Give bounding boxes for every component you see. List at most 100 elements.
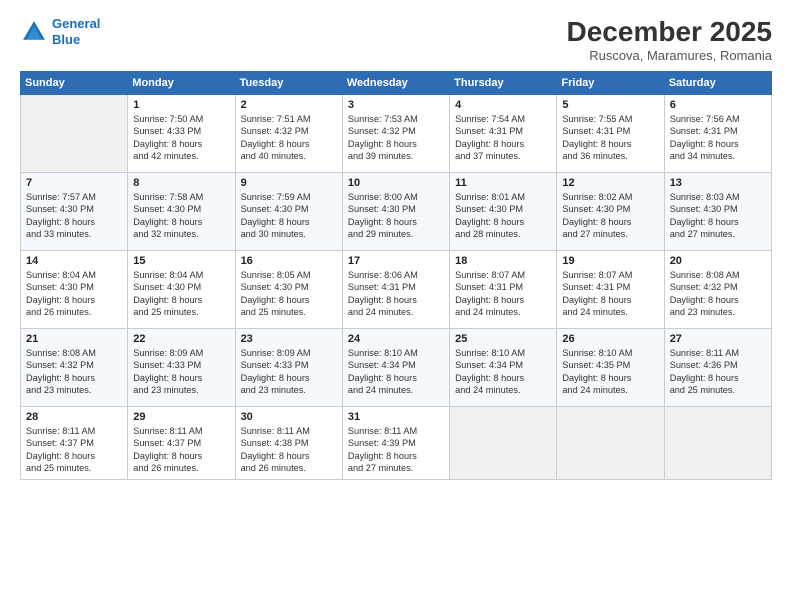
day-cell: 14Sunrise: 8:04 AM Sunset: 4:30 PM Dayli…	[21, 251, 128, 329]
header-cell-friday: Friday	[557, 72, 664, 95]
day-number: 11	[455, 177, 551, 189]
day-number: 25	[455, 333, 551, 345]
logo: General Blue	[20, 16, 100, 47]
day-cell: 28 Sunrise: 8:11 AM Sunset: 4:37 PM Dayli…	[21, 407, 128, 480]
day-cell: 26Sunrise: 8:10 AM Sunset: 4:35 PM Dayli…	[557, 329, 664, 407]
day-cell: 1 Sunrise: 7:50 AM Sunset: 4:33 PM Daylig…	[128, 95, 235, 173]
day-info: Sunrise: 8:07 AM Sunset: 4:31 PM Dayligh…	[455, 269, 551, 319]
day-number: 23	[241, 333, 337, 345]
day-info: Sunrise: 7:56 AM Sunset: 4:31 PM Dayligh…	[670, 113, 766, 163]
day-cell: 4Sunrise: 7:54 AM Sunset: 4:31 PM Daylig…	[450, 95, 557, 173]
day-cell: 24 Sunrise: 8:10 AM Sunset: 4:34 PM Dayli…	[342, 329, 449, 407]
day-info: Sunrise: 8:08 AM Sunset: 4:32 PM Dayligh…	[26, 347, 122, 397]
day-info: Sunrise: 8:03 AM Sunset: 4:30 PM Dayligh…	[670, 191, 766, 241]
day-number: 14	[26, 255, 122, 267]
day-number: 12	[562, 177, 658, 189]
day-number: 31	[348, 411, 444, 423]
day-cell: 5 Sunrise: 7:55 AM Sunset: 4:31 PM Daylig…	[557, 95, 664, 173]
day-number: 24	[348, 333, 444, 345]
day-number: 9	[241, 177, 337, 189]
day-cell: 6Sunrise: 7:56 AM Sunset: 4:31 PM Daylig…	[664, 95, 771, 173]
week-row: 1 Sunrise: 7:50 AM Sunset: 4:33 PM Daylig…	[21, 95, 772, 173]
day-number: 3	[348, 99, 444, 111]
day-info: Sunrise: 8:11 AM Sunset: 4:38 PM Dayligh…	[241, 425, 337, 475]
day-info: Sunrise: 7:51 AM Sunset: 4:32 PM Dayligh…	[241, 113, 337, 163]
day-number: 8	[133, 177, 229, 189]
day-cell: 13 Sunrise: 8:03 AM Sunset: 4:30 PM Dayli…	[664, 173, 771, 251]
day-cell: 9Sunrise: 7:59 AM Sunset: 4:30 PM Daylig…	[235, 173, 342, 251]
day-cell: 2 Sunrise: 7:51 AM Sunset: 4:32 PM Daylig…	[235, 95, 342, 173]
day-number: 21	[26, 333, 122, 345]
day-cell: 29 Sunrise: 8:11 AM Sunset: 4:37 PM Dayli…	[128, 407, 235, 480]
day-cell: 12Sunrise: 8:02 AM Sunset: 4:30 PM Dayli…	[557, 173, 664, 251]
day-cell: 21 Sunrise: 8:08 AM Sunset: 4:32 PM Dayli…	[21, 329, 128, 407]
day-number: 20	[670, 255, 766, 267]
day-cell: 22Sunrise: 8:09 AM Sunset: 4:33 PM Dayli…	[128, 329, 235, 407]
day-cell: 3 Sunrise: 7:53 AM Sunset: 4:32 PM Daylig…	[342, 95, 449, 173]
day-number: 2	[241, 99, 337, 111]
day-info: Sunrise: 7:50 AM Sunset: 4:33 PM Dayligh…	[133, 113, 229, 163]
day-info: Sunrise: 8:06 AM Sunset: 4:31 PM Dayligh…	[348, 269, 444, 319]
day-cell: 31 Sunrise: 8:11 AM Sunset: 4:39 PM Dayli…	[342, 407, 449, 480]
day-info: Sunrise: 8:11 AM Sunset: 4:36 PM Dayligh…	[670, 347, 766, 397]
header-row: SundayMondayTuesdayWednesdayThursdayFrid…	[21, 72, 772, 95]
day-number: 17	[348, 255, 444, 267]
day-number: 29	[133, 411, 229, 423]
day-number: 26	[562, 333, 658, 345]
day-info: Sunrise: 7:55 AM Sunset: 4:31 PM Dayligh…	[562, 113, 658, 163]
day-info: Sunrise: 7:57 AM Sunset: 4:30 PM Dayligh…	[26, 191, 122, 241]
day-info: Sunrise: 8:10 AM Sunset: 4:34 PM Dayligh…	[455, 347, 551, 397]
logo-icon	[20, 18, 48, 46]
logo-text: General Blue	[52, 16, 100, 47]
header-cell-thursday: Thursday	[450, 72, 557, 95]
calendar-table: SundayMondayTuesdayWednesdayThursdayFrid…	[20, 71, 772, 480]
day-cell: 15Sunrise: 8:04 AM Sunset: 4:30 PM Dayli…	[128, 251, 235, 329]
day-cell	[664, 407, 771, 480]
week-row: 14Sunrise: 8:04 AM Sunset: 4:30 PM Dayli…	[21, 251, 772, 329]
day-number: 5	[562, 99, 658, 111]
day-cell	[557, 407, 664, 480]
day-number: 30	[241, 411, 337, 423]
day-info: Sunrise: 7:54 AM Sunset: 4:31 PM Dayligh…	[455, 113, 551, 163]
day-info: Sunrise: 8:07 AM Sunset: 4:31 PM Dayligh…	[562, 269, 658, 319]
day-number: 27	[670, 333, 766, 345]
week-row: 28 Sunrise: 8:11 AM Sunset: 4:37 PM Dayli…	[21, 407, 772, 480]
day-cell: 16 Sunrise: 8:05 AM Sunset: 4:30 PM Dayli…	[235, 251, 342, 329]
day-number: 19	[562, 255, 658, 267]
day-info: Sunrise: 8:10 AM Sunset: 4:34 PM Dayligh…	[348, 347, 444, 397]
day-number: 28	[26, 411, 122, 423]
day-cell: 11 Sunrise: 8:01 AM Sunset: 4:30 PM Dayli…	[450, 173, 557, 251]
day-info: Sunrise: 7:53 AM Sunset: 4:32 PM Dayligh…	[348, 113, 444, 163]
day-info: Sunrise: 8:09 AM Sunset: 4:33 PM Dayligh…	[133, 347, 229, 397]
logo-line1: General	[52, 16, 100, 31]
week-row: 21 Sunrise: 8:08 AM Sunset: 4:32 PM Dayli…	[21, 329, 772, 407]
page: General Blue December 2025 Ruscova, Mara…	[0, 0, 792, 612]
logo-line2: Blue	[52, 32, 80, 47]
header: General Blue December 2025 Ruscova, Mara…	[20, 16, 772, 63]
day-info: Sunrise: 8:00 AM Sunset: 4:30 PM Dayligh…	[348, 191, 444, 241]
day-cell: 7 Sunrise: 7:57 AM Sunset: 4:30 PM Daylig…	[21, 173, 128, 251]
day-number: 10	[348, 177, 444, 189]
day-info: Sunrise: 8:05 AM Sunset: 4:30 PM Dayligh…	[241, 269, 337, 319]
day-number: 18	[455, 255, 551, 267]
day-info: Sunrise: 8:09 AM Sunset: 4:33 PM Dayligh…	[241, 347, 337, 397]
day-info: Sunrise: 8:11 AM Sunset: 4:37 PM Dayligh…	[26, 425, 122, 475]
day-cell: 19 Sunrise: 8:07 AM Sunset: 4:31 PM Dayli…	[557, 251, 664, 329]
week-row: 7 Sunrise: 7:57 AM Sunset: 4:30 PM Daylig…	[21, 173, 772, 251]
header-cell-tuesday: Tuesday	[235, 72, 342, 95]
location-subtitle: Ruscova, Maramures, Romania	[567, 48, 772, 63]
header-cell-wednesday: Wednesday	[342, 72, 449, 95]
day-info: Sunrise: 8:11 AM Sunset: 4:37 PM Dayligh…	[133, 425, 229, 475]
day-number: 7	[26, 177, 122, 189]
day-info: Sunrise: 8:01 AM Sunset: 4:30 PM Dayligh…	[455, 191, 551, 241]
day-info: Sunrise: 7:58 AM Sunset: 4:30 PM Dayligh…	[133, 191, 229, 241]
day-info: Sunrise: 8:11 AM Sunset: 4:39 PM Dayligh…	[348, 425, 444, 475]
day-cell: 20Sunrise: 8:08 AM Sunset: 4:32 PM Dayli…	[664, 251, 771, 329]
day-number: 16	[241, 255, 337, 267]
day-number: 1	[133, 99, 229, 111]
day-cell: 17 Sunrise: 8:06 AM Sunset: 4:31 PM Dayli…	[342, 251, 449, 329]
day-number: 13	[670, 177, 766, 189]
title-block: December 2025 Ruscova, Maramures, Romani…	[567, 16, 772, 63]
header-cell-monday: Monday	[128, 72, 235, 95]
day-cell: 8 Sunrise: 7:58 AM Sunset: 4:30 PM Daylig…	[128, 173, 235, 251]
